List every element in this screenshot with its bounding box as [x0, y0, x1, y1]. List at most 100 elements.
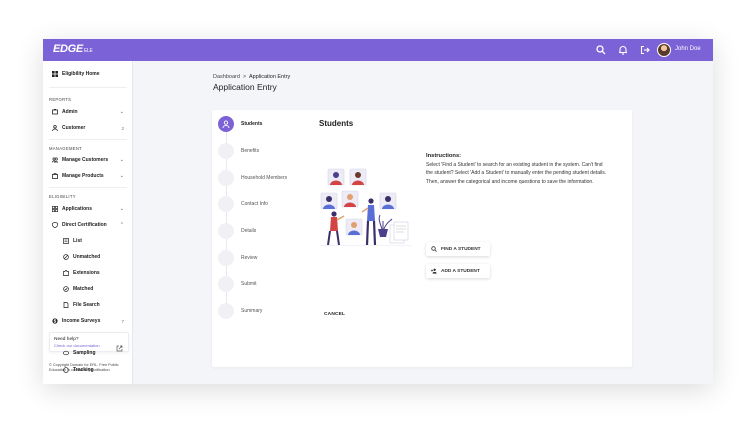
sidebar-subitem-unmatched[interactable]: Unmatched	[63, 254, 100, 260]
student-photo	[349, 168, 367, 186]
list-icon	[63, 238, 69, 244]
step-details[interactable]: Details	[218, 223, 308, 239]
external-link-icon[interactable]	[116, 339, 123, 352]
shield-icon	[52, 222, 58, 228]
dollar-icon: $	[52, 318, 58, 324]
chevron-down-icon: ⌄	[119, 157, 124, 163]
bell-icon[interactable]	[617, 44, 629, 56]
step-benefits-label: Benefits	[241, 148, 260, 154]
help-box[interactable]: Need help? Check our documentation	[49, 332, 129, 352]
income-surveys-badge: 7	[121, 318, 124, 324]
puzzle-icon	[63, 270, 69, 276]
file-icon	[63, 302, 69, 308]
divider	[49, 139, 127, 140]
sidebar-subitem-matched[interactable]: Matched	[63, 286, 93, 292]
divider	[49, 87, 127, 88]
svg-text:$: $	[54, 319, 57, 324]
section-management: MANAGEMENT	[49, 146, 83, 151]
users-icon	[52, 157, 58, 163]
step-summary-label: Summary	[241, 308, 263, 314]
sidebar-subitem-file-search[interactable]: File Search	[63, 302, 100, 308]
step-household-members-label: Household Members	[241, 175, 288, 181]
sidebar-subitem-sampling[interactable]: Sampling	[63, 350, 96, 356]
step-submit[interactable]: Submit	[218, 276, 308, 292]
step-review[interactable]: Review	[218, 250, 308, 266]
person-figure	[361, 198, 377, 246]
chevron-down-icon: ⌄	[119, 206, 124, 212]
sidebar-item-customer[interactable]: Customer 2	[52, 125, 126, 131]
unmatched-icon	[63, 254, 69, 260]
step-household-members[interactable]: Household Members	[218, 170, 308, 186]
sidebar-item-direct-certification[interactable]: Direct Certification ⌃	[52, 222, 126, 228]
cancel-button[interactable]: CANCEL	[324, 312, 345, 317]
sidebar-subitem-extensions[interactable]: Extensions	[63, 270, 100, 276]
breadcrumb-dashboard[interactable]: Dashboard	[213, 74, 240, 80]
application-entry-card: Students Benefits Household Members Cont…	[212, 110, 632, 367]
chevron-up-icon: ⌃	[119, 222, 124, 228]
box-icon	[52, 173, 58, 179]
step-students-dot	[218, 116, 234, 132]
logout-icon[interactable]	[639, 44, 651, 56]
step-dot	[218, 303, 234, 319]
add-student-button[interactable]: ADD A STUDENT	[426, 264, 490, 278]
user-name[interactable]: John Doe	[675, 46, 701, 52]
add-user-icon	[431, 268, 437, 274]
admin-icon	[52, 109, 58, 115]
step-contact-info[interactable]: Contact Info	[218, 196, 308, 212]
student-photo	[379, 192, 397, 210]
search-icon	[431, 246, 437, 252]
page-title: Application Entry	[213, 82, 277, 92]
sidebar-item-income-surveys[interactable]: $ Income Surveys 7	[52, 318, 126, 324]
step-dot	[218, 170, 234, 186]
breadcrumb-current: Application Entry	[248, 74, 291, 80]
documentation-link[interactable]: Check our documentation	[54, 343, 100, 348]
student-photo	[327, 168, 345, 186]
user-avatar[interactable]	[657, 43, 671, 57]
chevron-down-icon: ⌄	[119, 173, 124, 179]
user-icon	[222, 120, 230, 128]
section-eligibility: ELIGIBILITY	[49, 194, 76, 199]
student-photo	[320, 192, 338, 210]
find-student-button[interactable]: FIND A STUDENT	[426, 242, 490, 256]
person-figure	[327, 211, 345, 246]
sidebar-item-manage-customers[interactable]: Manage Customers ⌄	[52, 157, 126, 163]
matched-icon	[63, 286, 69, 292]
customer-count-badge: 2	[121, 125, 124, 131]
chevron-down-icon: ⌄	[119, 109, 124, 115]
student-photo	[345, 218, 363, 236]
sidebar-subitem-list[interactable]: List	[63, 238, 82, 244]
step-students[interactable]: Students	[218, 116, 308, 132]
card-title: Students	[319, 119, 354, 128]
dashboard-icon	[52, 71, 58, 77]
students-illustration	[320, 168, 412, 246]
instructions-text: Select 'Find a Student' to search for an…	[426, 162, 607, 185]
divider	[49, 187, 127, 188]
step-contact-info-label: Contact Info	[241, 201, 268, 207]
sidebar: Eligibility Home REPORTS Admin ⌄ Custome…	[43, 61, 133, 384]
step-benefits[interactable]: Benefits	[218, 143, 308, 159]
step-dot	[218, 143, 234, 159]
search-icon[interactable]	[595, 44, 607, 56]
breadcrumb-separator: >	[242, 74, 247, 80]
sidebar-item-eligibility-home[interactable]: Eligibility Home	[52, 71, 100, 77]
documents	[389, 221, 409, 244]
breadcrumb: Dashboard > Application Entry	[213, 74, 290, 80]
step-summary[interactable]: Summary	[218, 303, 308, 319]
user-icon	[52, 125, 58, 131]
sidebar-item-applications[interactable]: Applications ⌄	[52, 206, 126, 212]
app-logo[interactable]: EDGEELE	[53, 43, 93, 55]
section-reports: REPORTS	[49, 97, 72, 102]
help-title: Need help?	[54, 337, 79, 342]
step-details-label: Details	[241, 228, 257, 234]
step-dot	[218, 223, 234, 239]
grid-icon	[52, 206, 58, 212]
step-review-label: Review	[241, 255, 258, 261]
sidebar-item-admin[interactable]: Admin ⌄	[52, 109, 126, 115]
top-bar: EDGEELE John Doe	[43, 39, 713, 61]
sampling-icon	[63, 350, 69, 356]
sidebar-item-manage-products[interactable]: Manage Products ⌄	[52, 173, 126, 179]
step-dot	[218, 250, 234, 266]
step-dot	[218, 276, 234, 292]
step-submit-label: Submit	[241, 281, 257, 287]
app-window: EDGEELE John Doe Eligibility Home REPORT…	[43, 39, 713, 384]
